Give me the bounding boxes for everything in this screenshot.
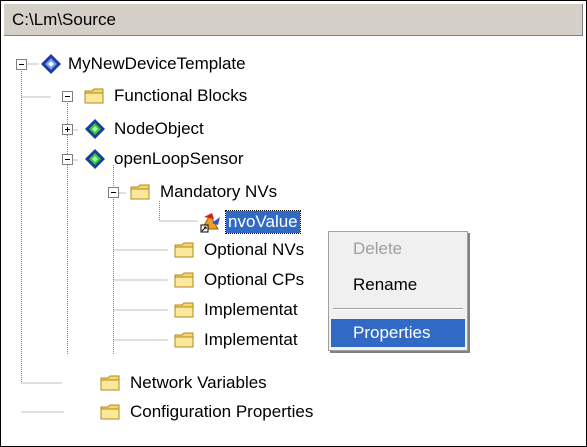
folder-icon (174, 302, 194, 318)
tree-item-nvo-value[interactable]: nvoValue (225, 210, 301, 234)
tree-item-optional-cps[interactable]: Optional CPs (202, 269, 306, 291)
root-collapse-toggle[interactable] (16, 59, 27, 70)
folder-icon (84, 88, 104, 104)
tree-item-configuration-properties[interactable]: Configuration Properties (128, 401, 315, 423)
menu-item-rename[interactable]: Rename (331, 271, 465, 299)
functional-block-icon (85, 119, 105, 139)
tree-item-mandatory-nvs[interactable]: Mandatory NVs (158, 181, 279, 203)
path-label: C:\Lm\Source (12, 10, 116, 29)
tree-item-implementation-1[interactable]: Implementat (202, 299, 300, 321)
tree-item-implementation-2[interactable]: Implementat (202, 329, 300, 351)
tree-item-network-variables[interactable]: Network Variables (128, 372, 269, 394)
device-template-icon (41, 54, 61, 74)
functional-blocks-collapse-toggle[interactable] (62, 91, 73, 102)
folder-icon (174, 332, 194, 348)
open-loop-sensor-collapse-toggle[interactable] (62, 154, 73, 165)
menu-separator (333, 308, 463, 310)
folder-icon (100, 404, 120, 420)
path-header: C:\Lm\Source (4, 4, 583, 36)
tree-item-open-loop-sensor[interactable]: openLoopSensor (112, 148, 246, 170)
tree-item-optional-nvs[interactable]: Optional NVs (202, 239, 306, 261)
context-menu: Delete Rename Properties (328, 231, 468, 351)
menu-item-delete[interactable]: Delete (331, 235, 465, 263)
functional-block-icon (85, 149, 105, 169)
network-variable-icon (200, 213, 220, 233)
tree-item-functional-blocks[interactable]: Functional Blocks (112, 85, 249, 107)
tree-item-node-object[interactable]: NodeObject (112, 118, 206, 140)
device-tree[interactable]: MyNewDeviceTemplate Functional Blocks No… (4, 39, 584, 444)
folder-icon (174, 272, 194, 288)
node-object-expand-toggle[interactable] (62, 124, 73, 135)
tree-item-root[interactable]: MyNewDeviceTemplate (66, 53, 248, 75)
menu-item-properties[interactable]: Properties (331, 319, 465, 347)
folder-icon (100, 375, 120, 391)
folder-icon (174, 242, 194, 258)
tree-window: C:\Lm\Source MyNewDeviceTemplate Functio… (0, 0, 587, 447)
mandatory-nvs-collapse-toggle[interactable] (108, 187, 119, 198)
folder-icon (130, 184, 150, 200)
